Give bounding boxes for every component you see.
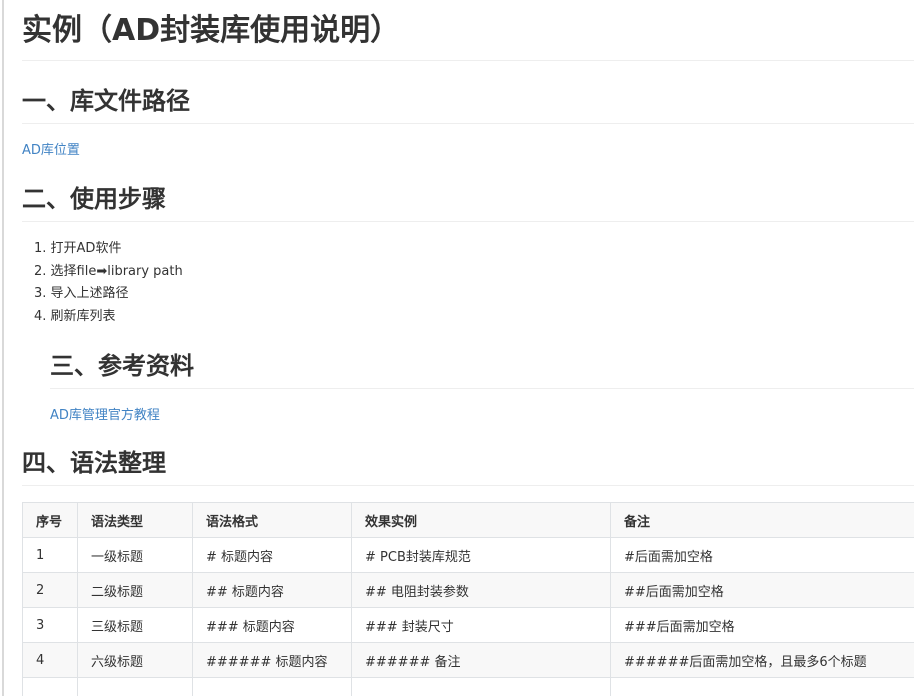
column-header-syntax-format: 语法格式 <box>192 502 352 538</box>
table-cell: 2 <box>22 572 78 608</box>
column-header-notes: 备注 <box>610 502 914 538</box>
table-cell: 一级标题 <box>77 537 193 573</box>
table-cell: ###### 标题内容 <box>192 642 352 678</box>
table-cell <box>22 677 78 696</box>
table-header-row: 序号 语法类型 语法格式 效果实例 备注 <box>22 502 914 538</box>
library-path-paragraph: AD库位置 <box>22 139 914 160</box>
table-cell: ### 封装尺寸 <box>351 607 611 643</box>
section-heading-syntax: 四、语法整理 <box>22 447 914 486</box>
table-cell: ###### 备注 <box>351 642 611 678</box>
table-cell: ######后面需加空格，且最多6个标题 <box>610 642 914 678</box>
section-heading-references: 三、参考资料 <box>50 350 914 389</box>
list-item: 4. 刷新库列表 <box>34 308 116 324</box>
table-cell: ## 电阻封装参数 <box>351 572 611 608</box>
document-body: 实例（AD封装库使用说明） 一、库文件路径 AD库位置 二、使用步骤 1. 打开… <box>22 0 914 696</box>
table-cell: ##后面需加空格 <box>610 572 914 608</box>
table-row <box>22 677 914 696</box>
column-header-syntax-type: 语法类型 <box>77 502 193 538</box>
table-row: 2 二级标题 ## 标题内容 ## 电阻封装参数 ##后面需加空格 <box>22 572 914 608</box>
table-cell: ###后面需加空格 <box>610 607 914 643</box>
usage-steps-list: 1. 打开AD软件 2. 选择file➡library path 3. 导入上述… <box>22 238 914 328</box>
table-cell: 六级标题 <box>77 642 193 678</box>
ad-library-location-link[interactable]: AD库位置 <box>22 142 80 160</box>
table-cell: 1 <box>22 537 78 573</box>
table-cell <box>351 677 611 696</box>
table-cell: # PCB封装库规范 <box>351 537 611 573</box>
editor-left-border <box>2 0 4 696</box>
table-cell <box>610 677 914 696</box>
ad-library-tutorial-link[interactable]: AD库管理官方教程 <box>50 407 160 425</box>
table-cell: #后面需加空格 <box>610 537 914 573</box>
table-cell: ## 标题内容 <box>192 572 352 608</box>
table-cell: 二级标题 <box>77 572 193 608</box>
table-cell <box>192 677 352 696</box>
column-header-index: 序号 <box>22 502 78 538</box>
syntax-table: 序号 语法类型 语法格式 效果实例 备注 1 一级标题 # 标题内容 # PCB… <box>22 502 914 696</box>
table-cell: 4 <box>22 642 78 678</box>
page-title: 实例（AD封装库使用说明） <box>22 0 914 61</box>
table-cell: 3 <box>22 607 78 643</box>
column-header-example: 效果实例 <box>351 502 611 538</box>
list-item: 1. 打开AD软件 <box>34 241 122 256</box>
table-row: 1 一级标题 # 标题内容 # PCB封装库规范 #后面需加空格 <box>22 537 914 573</box>
references-paragraph: AD库管理官方教程 <box>50 404 914 425</box>
table-cell: ### 标题内容 <box>192 607 352 643</box>
table-row: 4 六级标题 ###### 标题内容 ###### 备注 ######后面需加空… <box>22 642 914 678</box>
table-cell: 三级标题 <box>77 607 193 643</box>
section-heading-library-path: 一、库文件路径 <box>22 85 914 124</box>
table-cell: # 标题内容 <box>192 537 352 573</box>
list-item: 2. 选择file➡library path <box>34 263 183 279</box>
table-row: 3 三级标题 ### 标题内容 ### 封装尺寸 ###后面需加空格 <box>22 607 914 643</box>
section-heading-usage-steps: 二、使用步骤 <box>22 183 914 222</box>
table-cell <box>77 677 193 696</box>
list-item: 3. 导入上述路径 <box>34 286 129 301</box>
